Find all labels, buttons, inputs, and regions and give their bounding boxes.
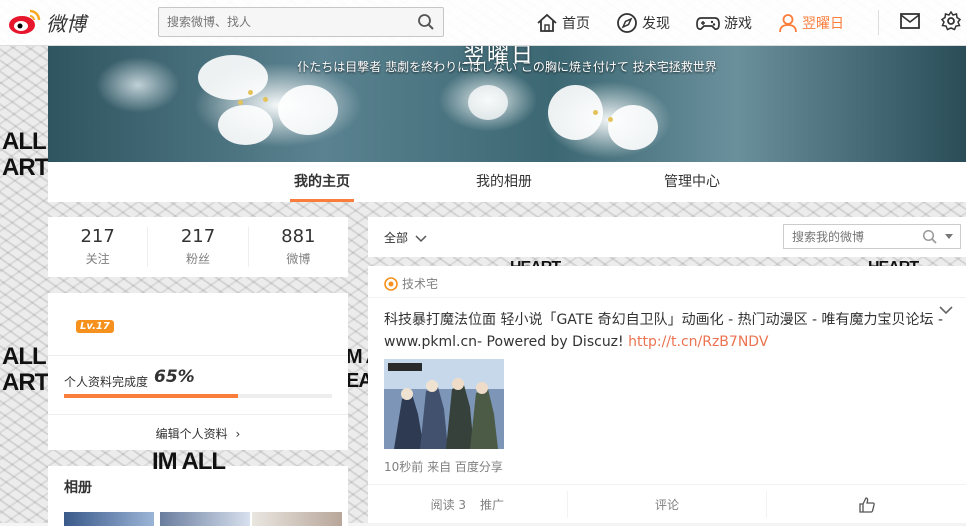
user-icon xyxy=(779,13,797,32)
chevron-down-icon xyxy=(415,234,427,242)
compass-icon xyxy=(617,12,637,33)
background-text: ART xyxy=(2,154,49,181)
anime-poster-image xyxy=(384,359,504,449)
gear-icon[interactable] xyxy=(941,11,961,31)
background-text: ALL xyxy=(2,128,47,155)
like-button[interactable] xyxy=(767,491,966,518)
global-search-box xyxy=(158,7,444,37)
post-source-label: 技术宅 xyxy=(402,277,439,291)
level-badge[interactable]: Lv.17 xyxy=(76,320,114,333)
tab-my-home[interactable]: 我的主页 xyxy=(290,162,354,202)
gamepad-icon xyxy=(696,16,720,30)
post-link[interactable]: http://t.cn/RzB7NDV xyxy=(628,334,768,350)
comment-button[interactable]: 评论 xyxy=(568,491,768,518)
background-text: ART xyxy=(2,369,49,396)
weibo-logo[interactable]: 微博 xyxy=(8,7,86,37)
album-title: 相册 xyxy=(64,480,92,496)
post-read-promote: 阅读 3 推广 xyxy=(368,491,568,518)
background-text: ALL xyxy=(2,343,47,370)
feed-search-input[interactable] xyxy=(784,225,930,248)
post-source[interactable]: 技术宅 xyxy=(384,275,438,292)
nav-home-label: 首页 xyxy=(562,15,590,32)
feed-post: 技术宅 科技暴打魔法位面 轻小说「GATE 奇幻自卫队」动画化 - 热门动漫区 … xyxy=(368,266,966,523)
logo-text: 微博 xyxy=(46,11,86,36)
weibo-logo-icon xyxy=(9,9,41,34)
home-icon xyxy=(537,13,557,32)
edit-profile-link[interactable]: 编辑个人资料 › xyxy=(48,425,348,442)
tab-my-album[interactable]: 我的相册 xyxy=(472,162,536,202)
background-text: IM ALL xyxy=(152,448,226,475)
divider xyxy=(48,355,348,356)
search-icon[interactable] xyxy=(417,13,435,31)
profile-completeness-percent: 65% xyxy=(154,367,195,387)
album-thumbnail[interactable] xyxy=(160,512,250,526)
stat-weibo-count: 881 xyxy=(281,226,316,247)
post-actions: 阅读 3 推广 评论 xyxy=(368,484,966,524)
chevron-right-icon: › xyxy=(235,427,241,441)
nav-games-label: 游戏 xyxy=(724,15,752,32)
stat-fans-label: 粉丝 xyxy=(185,252,210,266)
post-text: 科技暴打魔法位面 轻小说「GATE 奇幻自卫队」动画化 - 热门动漫区 - 唯有… xyxy=(384,309,946,353)
album-thumbnail[interactable] xyxy=(252,512,342,526)
stat-following[interactable]: 217 关注 xyxy=(48,226,149,267)
divider xyxy=(368,297,966,298)
post-meta: 10秒前 来自 百度分享 xyxy=(384,460,503,474)
feed-filter-bar: 全部 xyxy=(368,217,966,257)
tech-tag-icon xyxy=(384,276,398,291)
nav-user-label: 翌曜日 xyxy=(802,15,844,32)
mail-icon[interactable] xyxy=(900,12,920,30)
profile-progress-fill xyxy=(64,394,239,398)
edit-profile-label: 编辑个人资料 xyxy=(155,427,228,441)
cover-motto: 仆たちは目撃者 悲劇を終わりにはしない この胸に焼き付けて 技术宅拯救世界 xyxy=(297,60,717,74)
level-card: Lv.17 个人资料完成度 65% 编辑个人资料 › xyxy=(48,293,348,450)
tab-management[interactable]: 管理中心 xyxy=(660,162,724,202)
post-image[interactable] xyxy=(384,359,504,449)
stat-following-count: 217 xyxy=(80,226,115,247)
nav-user[interactable]: 翌曜日 xyxy=(778,13,844,33)
caret-down-icon[interactable] xyxy=(944,233,954,241)
profile-progress-bar xyxy=(64,394,332,398)
thumbs-up-icon xyxy=(859,496,875,513)
stats-card: 217 关注 217 粉丝 881 微博 xyxy=(48,217,348,277)
stat-fans-count: 217 xyxy=(180,226,216,247)
global-search-input[interactable] xyxy=(159,8,415,36)
profile-tab-bar: 我的主页 我的相册 管理中心 xyxy=(48,162,966,202)
feed-search-box xyxy=(783,224,961,249)
search-icon[interactable] xyxy=(922,229,938,245)
nav-games[interactable]: 游戏 xyxy=(696,13,752,33)
album-card: 相册 xyxy=(48,466,348,526)
feed-filter-dropdown[interactable]: 全部 xyxy=(384,229,428,246)
stat-weibo[interactable]: 881 微博 xyxy=(249,226,348,267)
nav-discover[interactable]: 发现 xyxy=(616,12,670,34)
promote-button[interactable]: 推广 xyxy=(480,496,504,513)
nav-home[interactable]: 首页 xyxy=(536,13,590,33)
profile-completeness-label: 个人资料完成度 xyxy=(64,375,149,389)
post-read-count: 阅读 3 xyxy=(430,498,467,512)
stat-weibo-label: 微博 xyxy=(286,252,311,266)
main-nav: 首页 发现 游戏 翌曜日 xyxy=(536,0,870,45)
album-thumbnail[interactable] xyxy=(64,512,154,526)
divider xyxy=(48,414,348,415)
stat-following-label: 关注 xyxy=(85,252,110,266)
feed-filter-label: 全部 xyxy=(384,231,409,245)
comment-label: 评论 xyxy=(655,498,680,512)
stat-fans[interactable]: 217 粉丝 xyxy=(148,226,249,267)
profile-cover: 翌曜日 仆たちは目撃者 悲劇を終わりにはしない この胸に焼き付けて 技术宅拯救世… xyxy=(48,45,966,162)
nav-discover-label: 发现 xyxy=(642,15,670,32)
nav-divider xyxy=(878,10,879,35)
top-navigation-bar: 微博 首页 发现 xyxy=(0,0,966,46)
